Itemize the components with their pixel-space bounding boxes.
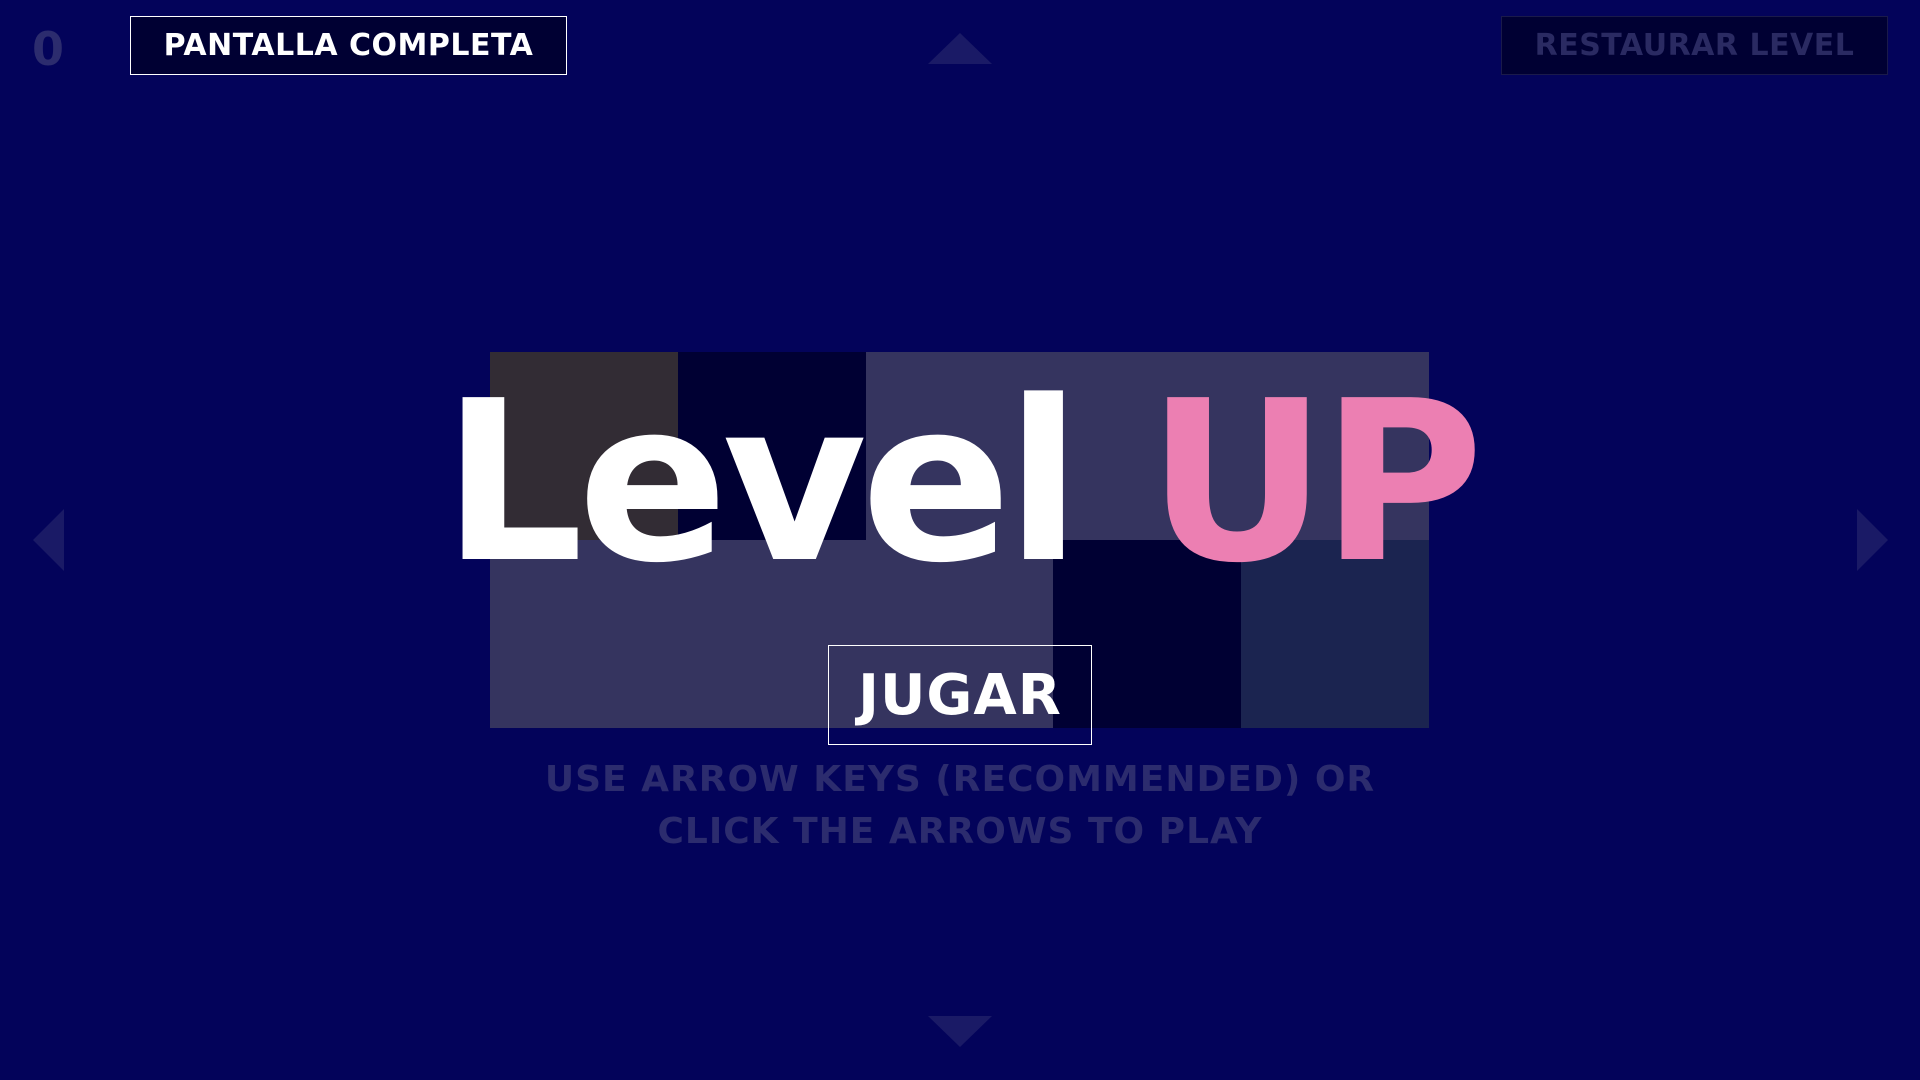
restore-level-button[interactable]: RESTAURAR LEVEL [1501, 16, 1888, 75]
title-word-level: Level [442, 354, 1081, 612]
instructions-line-2: CLICK THE ARROWS TO PLAY [657, 811, 1263, 852]
score-counter: 0 [32, 22, 66, 76]
play-button[interactable]: JUGAR [828, 645, 1092, 745]
instructions-line-1: USE ARROW KEYS (RECOMMENDED) OR [544, 759, 1376, 800]
fullscreen-button[interactable]: PANTALLA COMPLETA [130, 16, 567, 75]
arrow-up-icon[interactable] [928, 33, 992, 64]
game-title: Level UP [0, 372, 1920, 594]
instructions: USE ARROW KEYS (RECOMMENDED) OR CLICK TH… [0, 754, 1920, 858]
game-stage: 0 PANTALLA COMPLETA RESTAURAR LEVEL Leve… [0, 0, 1920, 1080]
title-word-up: UP [1146, 354, 1484, 612]
arrow-down-icon[interactable] [928, 1016, 992, 1047]
